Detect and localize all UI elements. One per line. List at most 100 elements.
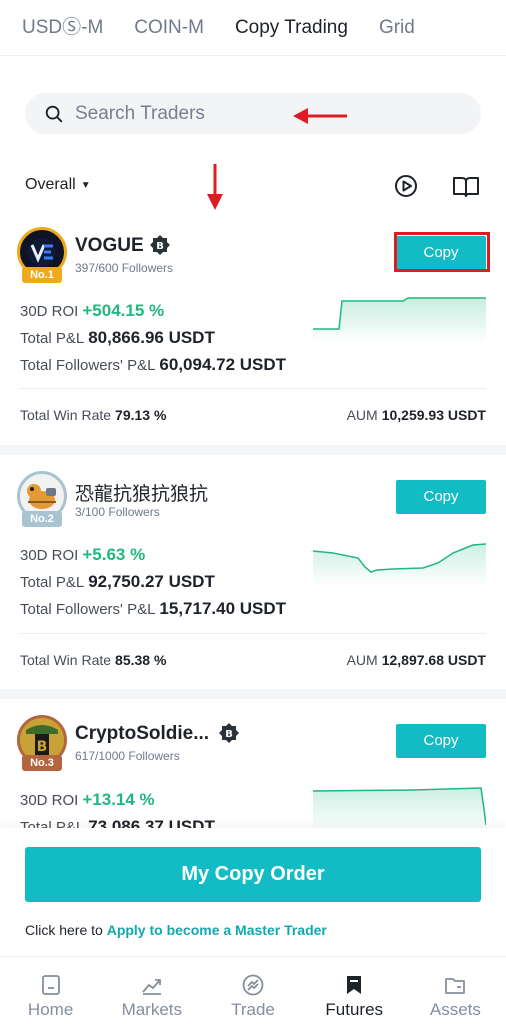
win-rate: Total Win Rate 85.38 %	[20, 652, 166, 668]
pnl-value: 80,866.96 USDT	[88, 328, 215, 347]
top-tabs: USDⓈ-M COIN-M Copy Trading Grid	[0, 0, 506, 56]
nav-trade[interactable]: Trade	[202, 957, 303, 1024]
win-rate-label: Total Win Rate	[20, 407, 112, 423]
nav-futures[interactable]: Futures	[304, 957, 405, 1024]
followers-count: 397/600 Followers	[75, 261, 174, 275]
roi-value: +5.63 %	[82, 545, 146, 564]
trader-card-1[interactable]: No.1 VOGUE B 397/600 Followers Copy 30D …	[0, 215, 506, 445]
nav-markets[interactable]: Markets	[101, 957, 202, 1024]
roi-label: 30D ROI	[20, 792, 79, 809]
apply-master-trader: Click here to Apply to become a Master T…	[25, 922, 327, 938]
tab-coin-m[interactable]: COIN-M	[134, 18, 204, 37]
chevron-down-icon: ▼	[80, 179, 91, 191]
aum-label: AUM	[346, 407, 378, 423]
my-copy-order-button[interactable]: My Copy Order	[25, 847, 481, 902]
roi-label: 30D ROI	[20, 547, 79, 564]
svg-text:B: B	[37, 739, 48, 755]
pnl-label: Total P&L	[20, 574, 85, 591]
trade-icon	[242, 974, 264, 996]
markets-icon	[142, 979, 161, 995]
home-icon	[41, 975, 60, 995]
roi-sparkline	[313, 297, 486, 343]
win-rate-label: Total Win Rate	[20, 652, 112, 668]
aum-value: 10,259.93 USDT	[381, 407, 486, 423]
copy-button[interactable]: Copy	[396, 480, 486, 514]
verified-badge-icon: B	[150, 235, 170, 255]
followers-pnl-row: Total Followers' P&L 60,094.72 USDT	[20, 355, 286, 375]
play-button[interactable]	[392, 172, 420, 200]
win-rate: Total Win Rate 79.13 %	[20, 407, 166, 423]
bottom-nav: Home Markets Trade Futures Assets	[0, 956, 506, 1024]
rank-badge: No.1	[22, 267, 62, 283]
pnl-row: Total P&L 92,750.27 USDT	[20, 572, 215, 592]
overall-filter[interactable]: Overall ▼	[25, 176, 91, 194]
rank-badge: No.3	[22, 755, 62, 771]
nav-markets-label: Markets	[121, 1000, 183, 1019]
nav-home[interactable]: Home	[0, 957, 101, 1024]
aum: AUM 12,897.68 USDT	[347, 652, 486, 668]
followers-count: 3/100 Followers	[75, 505, 160, 519]
trader-name: 恐龍抗狼抗狼抗	[75, 484, 209, 505]
pnl-row: Total P&L 80,866.96 USDT	[20, 328, 215, 348]
tab-copy-trading[interactable]: Copy Trading	[235, 18, 348, 37]
card-separator	[0, 689, 506, 699]
aum: AUM 10,259.93 USDT	[347, 407, 486, 423]
win-rate-value: 79.13 %	[115, 407, 167, 423]
nav-home-label: Home	[27, 1000, 74, 1019]
aum-label: AUM	[346, 652, 378, 668]
annotation-arrow-down	[207, 164, 223, 210]
apply-master-trader-link[interactable]: Apply to become a Master Trader	[107, 922, 327, 938]
search-bar[interactable]	[25, 93, 481, 134]
roi-label: 30D ROI	[20, 303, 79, 320]
pnl-label: Total P&L	[20, 819, 85, 828]
roi-value: +504.15 %	[82, 301, 165, 320]
search-icon	[45, 105, 63, 122]
roi-sparkline	[313, 543, 486, 587]
futures-icon	[347, 976, 362, 994]
book-icon	[453, 177, 479, 197]
trader-card-2[interactable]: No.2 恐龍抗狼抗狼抗 3/100 Followers Copy 30D RO…	[0, 455, 506, 689]
verified-badge-icon: B	[219, 723, 239, 743]
trader-name: CryptoSoldie...	[75, 723, 210, 744]
trader-card-3[interactable]: B No.3 CryptoSoldie... B 617/1000 Follow…	[0, 699, 506, 828]
annotation-highlight-box	[394, 232, 490, 272]
roi-row: 30D ROI +5.63 %	[20, 545, 145, 565]
bottom-sheet: My Copy Order Click here to Apply to bec…	[0, 828, 506, 956]
tab-grid[interactable]: Grid	[379, 18, 415, 37]
guide-button[interactable]	[452, 172, 480, 200]
roi-row: 30D ROI +504.15 %	[20, 301, 164, 321]
svg-text:B: B	[156, 241, 164, 252]
search-input[interactable]	[75, 102, 455, 125]
trader-name: VOGUE	[75, 235, 144, 256]
rank-badge: No.2	[22, 511, 62, 527]
followers-count: 617/1000 Followers	[75, 749, 180, 763]
pnl-row: Total P&L 73,086.37 USDT	[20, 817, 215, 828]
nav-assets-label: Assets	[429, 1000, 481, 1019]
nav-assets[interactable]: Assets	[405, 957, 506, 1024]
overall-filter-label: Overall	[25, 176, 76, 193]
followers-pnl-label: Total Followers' P&L	[20, 601, 156, 618]
annotation-arrow-left	[293, 108, 347, 124]
pnl-value: 92,750.27 USDT	[88, 572, 215, 591]
tab-usds-m[interactable]: USDⓈ-M	[22, 18, 103, 37]
followers-pnl-value: 60,094.72 USDT	[159, 355, 287, 374]
card-separator	[0, 445, 506, 455]
roi-sparkline	[313, 787, 486, 828]
nav-futures-label: Futures	[325, 1000, 384, 1019]
nav-trade-label: Trade	[231, 1000, 275, 1019]
roi-row: 30D ROI +13.14 %	[20, 790, 155, 810]
svg-text:B: B	[225, 729, 233, 740]
assets-icon	[445, 978, 466, 994]
pnl-label: Total P&L	[20, 330, 85, 347]
roi-value: +13.14 %	[82, 790, 155, 809]
card-divider	[20, 633, 486, 634]
followers-pnl-label: Total Followers' P&L	[20, 357, 156, 374]
apply-prefix: Click here to	[25, 922, 107, 938]
followers-pnl-value: 15,717.40 USDT	[159, 599, 287, 618]
aum-value: 12,897.68 USDT	[381, 652, 486, 668]
card-divider	[20, 388, 486, 389]
play-circle-icon	[395, 175, 417, 197]
copy-button[interactable]: Copy	[396, 724, 486, 758]
win-rate-value: 85.38 %	[115, 652, 167, 668]
pnl-value: 73,086.37 USDT	[88, 817, 215, 828]
